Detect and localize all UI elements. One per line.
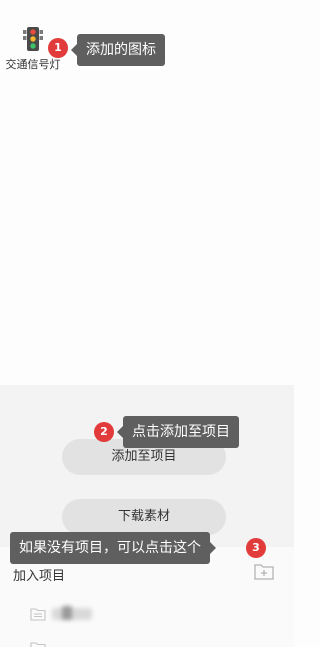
project-section-title: 加入项目 [13, 569, 66, 584]
guide-badge-3: 3 [246, 538, 266, 558]
add-folder-icon[interactable] [252, 559, 276, 583]
folder-icon [30, 642, 46, 647]
project-list-item[interactable] [30, 641, 100, 647]
action-area: 添加至项目 下载素材 [0, 385, 294, 547]
tooltip-arrow [210, 542, 216, 554]
guide-badge-1: 1 [48, 38, 68, 58]
tooltip-arrow [71, 44, 77, 56]
icon-detail-panel: 交通信号灯 添加至项目 下载素材 加入项目 1 添加的图标 2 点击添加至项目 … [0, 0, 294, 647]
folder-icon [30, 608, 46, 621]
redacted-project-name [52, 606, 92, 620]
guide-tooltip-2: 点击添加至项目 [117, 416, 239, 448]
guide-badge-2: 2 [94, 422, 114, 442]
download-button[interactable]: 下载素材 [62, 499, 226, 535]
project-list-item[interactable] [30, 605, 100, 623]
tooltip-arrow [117, 426, 123, 438]
guide-tooltip-3: 如果没有项目，可以点击这个 [10, 532, 216, 564]
guide-tooltip-1: 添加的图标 [71, 34, 165, 66]
traffic-light-icon [23, 27, 43, 51]
guide-text-3: 如果没有项目，可以点击这个 [19, 540, 201, 556]
icon-name: 交通信号灯 [5, 58, 61, 71]
guide-text-1: 添加的图标 [86, 42, 156, 58]
guide-text-2: 点击添加至项目 [132, 424, 230, 440]
